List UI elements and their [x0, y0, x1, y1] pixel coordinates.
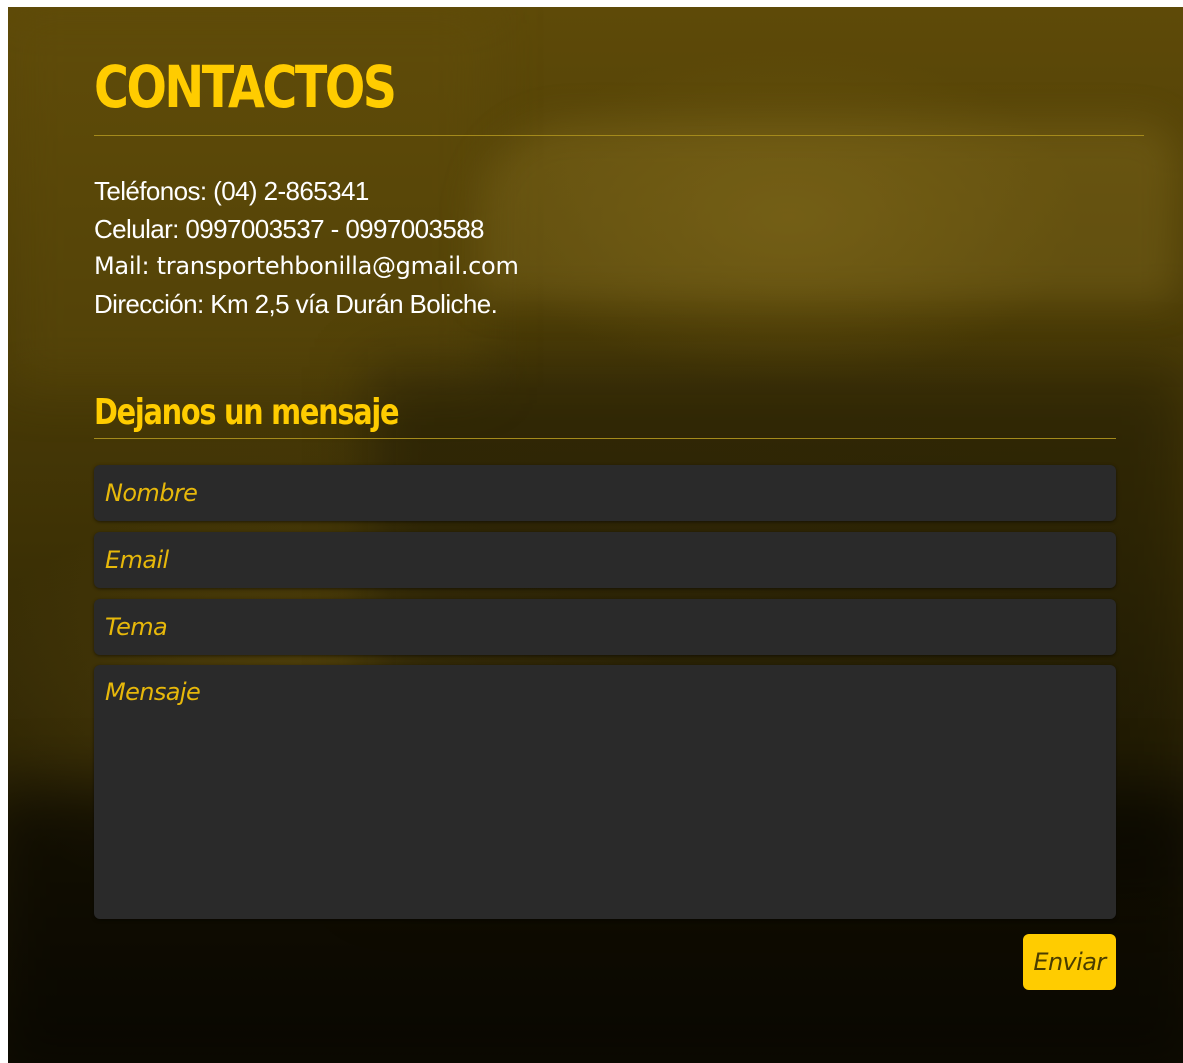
contact-info: Teléfonos: (04) 2-865341 Celular: 099700… [94, 173, 519, 323]
mail-text: Mail: transportehbonilla@gmail.com [94, 252, 519, 280]
page-title: CONTACTOS [94, 53, 397, 121]
phone-text: Teléfonos: (04) 2-865341 [94, 176, 369, 206]
address-text: Dirección: Km 2,5 vía Durán Boliche. [94, 288, 498, 319]
mobile-text: Celular: 0997003537 - 0997003588 [94, 213, 485, 244]
form-title-divider [94, 438, 1116, 439]
form-title: Dejanos un mensaje [94, 392, 400, 433]
message-textarea[interactable] [94, 665, 1116, 919]
email-input[interactable] [94, 532, 1116, 588]
contact-section: CONTACTOS Teléfonos: (04) 2-865341 Celul… [8, 7, 1183, 1063]
title-divider [94, 135, 1144, 136]
background-truck-roof [478, 122, 1178, 302]
subject-input[interactable] [94, 599, 1116, 655]
name-input[interactable] [94, 465, 1116, 521]
send-button[interactable]: Enviar [1023, 934, 1116, 990]
